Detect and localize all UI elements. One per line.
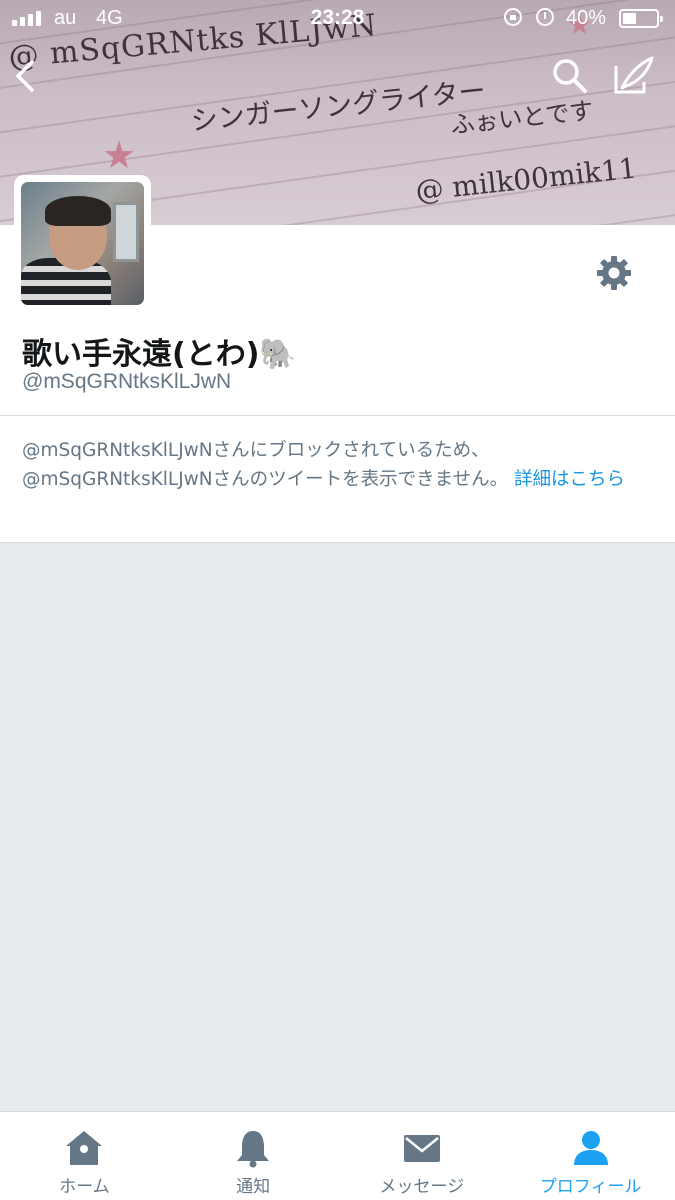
status-bar: au 4G 23:28 40% — [0, 0, 675, 36]
avatar-window-shape — [113, 202, 139, 262]
battery-percent: 40% — [566, 7, 607, 29]
search-icon — [553, 59, 587, 93]
star-icon: ★ — [102, 133, 137, 177]
details-link[interactable]: 詳細はこちら — [514, 469, 625, 490]
rotation-lock-icon — [504, 8, 522, 26]
tab-profile-label: プロフィール — [539, 1177, 642, 1197]
tab-profile[interactable]: プロフィール — [506, 1112, 675, 1200]
tab-home[interactable]: ホーム — [0, 1112, 169, 1200]
battery-icon — [619, 9, 663, 28]
person-icon — [573, 1131, 608, 1165]
tab-messages-label: メッセージ — [379, 1177, 465, 1197]
avatar-hair-shape — [45, 196, 111, 226]
avatar-photo — [21, 182, 144, 305]
back-icon — [16, 60, 34, 92]
battery-fill — [623, 13, 636, 24]
search-button[interactable] — [548, 54, 592, 98]
gear-icon — [597, 256, 631, 290]
alarm-icon — [536, 8, 554, 26]
avatar[interactable] — [14, 175, 151, 312]
profile-display-name: 歌い手永遠(とわ)🐘 — [22, 337, 297, 372]
envelope-icon — [403, 1135, 440, 1162]
home-icon — [66, 1131, 103, 1165]
tab-bar: ホーム 通知 メッセージ プロフィール — [0, 1111, 675, 1200]
compose-icon — [614, 56, 654, 94]
settings-button[interactable] — [594, 253, 634, 293]
blocked-notice: @mSqGRNtksKlLJwNさんにブロックされているため、@mSqGRNtk… — [0, 416, 675, 543]
profile-handle: @mSqGRNtksKlLJwN — [22, 370, 232, 393]
tab-messages[interactable]: メッセージ — [338, 1112, 507, 1200]
tab-home-label: ホーム — [59, 1177, 110, 1197]
blocked-notice-text: @mSqGRNtksKlLJwNさんにブロックされているため、@mSqGRNtk… — [22, 436, 657, 494]
compose-button[interactable] — [608, 54, 658, 98]
blocked-notice-message: @mSqGRNtksKlLJwNさんにブロックされているため、@mSqGRNtk… — [22, 440, 509, 490]
tab-notifications[interactable]: 通知 — [169, 1112, 338, 1200]
tab-notifications-label: 通知 — [236, 1177, 271, 1197]
back-button[interactable] — [10, 54, 44, 98]
bell-icon — [237, 1131, 270, 1168]
